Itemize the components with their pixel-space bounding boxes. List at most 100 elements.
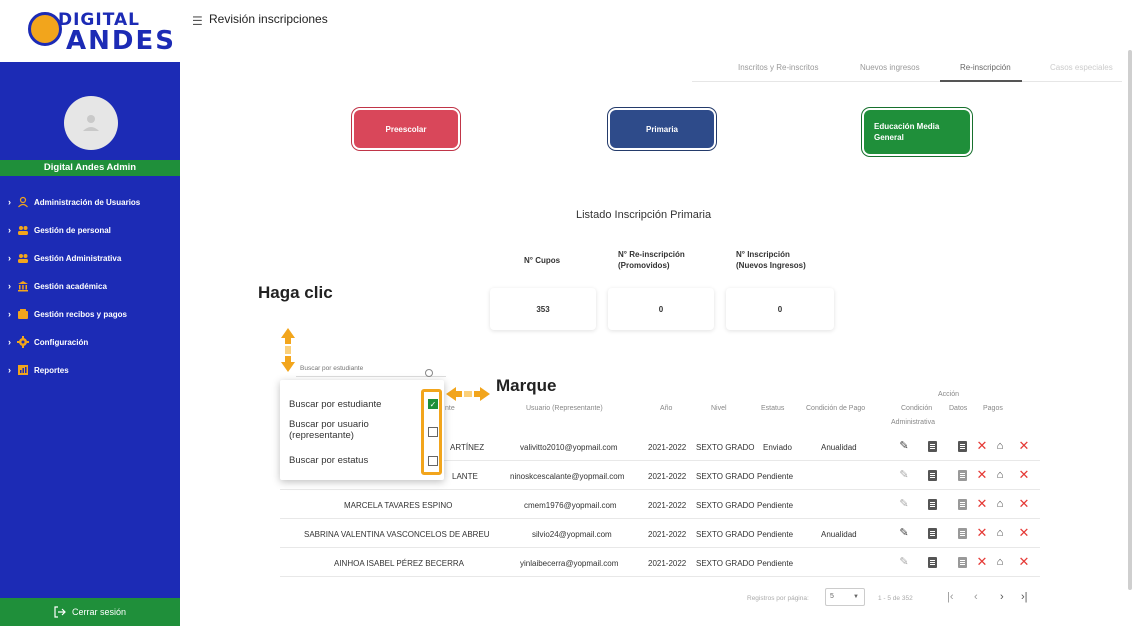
edit-icon[interactable]: ✎ [898, 469, 910, 481]
search-filter-dropdown: Buscar por estudiante Buscar por usuario… [280, 380, 444, 480]
document-icon[interactable] [928, 441, 937, 452]
first-page-icon[interactable]: |‹ [947, 591, 954, 603]
delete-icon[interactable]: ✕ [1018, 439, 1030, 452]
document-icon[interactable] [958, 557, 967, 568]
bank-icon [18, 281, 28, 292]
educacion-media-button[interactable]: Educación Media General [864, 110, 970, 154]
sidebar-item-label: Reportes [34, 365, 69, 375]
preescolar-label: Preescolar [385, 124, 427, 134]
tab-casos-especiales[interactable]: Casos especiales [1050, 63, 1113, 72]
cell-nivel: SEXTO GRADO [696, 472, 755, 481]
cupos-value: 353 [490, 288, 596, 330]
document-icon[interactable] [928, 557, 937, 568]
preescolar-button[interactable]: Preescolar [354, 110, 458, 148]
bank-icon[interactable]: ⌂ [994, 527, 1006, 539]
edit-icon[interactable]: ✎ [898, 440, 910, 452]
cell-estatus: Pendiente [757, 559, 794, 568]
delete-icon[interactable]: ✕ [1018, 555, 1030, 568]
cell-estatus: Pendiente [757, 472, 794, 481]
header-accion: Acción [938, 391, 960, 398]
prev-page-icon[interactable]: ‹ [974, 591, 978, 603]
updown-arrow-icon [281, 328, 295, 372]
sidebar-item-label: Gestión Administrativa [34, 253, 122, 263]
document-icon[interactable] [958, 499, 967, 510]
edit-icon[interactable]: ✎ [898, 527, 910, 539]
sidebar-item-configuracion[interactable]: › Configuración [0, 328, 180, 356]
bank-icon[interactable]: ⌂ [994, 498, 1006, 510]
logout-button[interactable]: Cerrar sesión [0, 598, 180, 626]
scrollbar[interactable] [1128, 50, 1132, 590]
sidebar-item-recibos[interactable]: › Gestión recibos y pagos [0, 300, 180, 328]
chevron-right-icon: › [8, 281, 11, 291]
document-icon[interactable] [958, 470, 967, 481]
logo[interactable]: DIGITAL ANDES [0, 0, 180, 62]
bank-icon[interactable]: ⌂ [994, 440, 1006, 452]
app-root: DIGITAL ANDES Digital Andes Admin › Admi… [0, 0, 1134, 626]
primaria-button[interactable]: Primaria [610, 110, 714, 148]
logo-text-bottom: ANDES [66, 26, 176, 56]
header-estatus: Estatus [761, 405, 785, 412]
tab-nuevos-ingresos[interactable]: Nuevos ingresos [860, 63, 920, 72]
delete-icon[interactable]: ✕ [1018, 497, 1030, 510]
cell-ano: 2021-2022 [648, 501, 687, 510]
table-row[interactable]: SABRINA VALENTINA VASCONCELOS DE ABREU s… [280, 520, 1040, 548]
tab-inscritos[interactable]: Inscritos y Re-inscritos [738, 63, 818, 72]
document-icon[interactable] [958, 528, 967, 539]
tab-reinscripcion[interactable]: Re-inscripción [960, 63, 1011, 72]
document-icon[interactable] [928, 528, 937, 539]
delete-icon[interactable]: ✕ [1018, 468, 1030, 481]
people-icon [18, 226, 28, 235]
option-buscar-estudiante[interactable]: Buscar por estudiante [289, 399, 381, 410]
cell-ano: 2021-2022 [648, 530, 687, 539]
delete-icon[interactable]: ✕ [976, 526, 988, 539]
sidebar-item-administrativa[interactable]: › Gestión Administrativa [0, 244, 180, 272]
bank-icon[interactable]: ⌂ [994, 469, 1006, 481]
sidebar-item-usuarios[interactable]: › Administración de Usuarios [0, 188, 180, 216]
per-page-select[interactable]: 5 ▼ [825, 588, 865, 606]
tab-bar: Inscritos y Re-inscritos Nuevos ingresos… [692, 58, 1122, 82]
bank-icon[interactable]: ⌂ [994, 556, 1006, 568]
logout-label: Cerrar sesión [71, 607, 127, 617]
sidebar-item-personal[interactable]: › Gestión de personal [0, 216, 180, 244]
next-page-icon[interactable]: › [1000, 591, 1004, 603]
delete-icon[interactable]: ✕ [976, 555, 988, 568]
last-page-icon[interactable]: ›| [1021, 591, 1028, 603]
sidebar-item-reportes[interactable]: › Reportes [0, 356, 180, 384]
sidebar-item-academica[interactable]: › Gestión académica [0, 272, 180, 300]
per-page-value: 5 [830, 593, 834, 600]
document-icon[interactable] [928, 470, 937, 481]
sidebar-item-label: Gestión de personal [34, 225, 111, 235]
delete-icon[interactable]: ✕ [976, 497, 988, 510]
option-buscar-estatus[interactable]: Buscar por estatus [289, 455, 368, 466]
edit-icon[interactable]: ✎ [898, 556, 910, 568]
menu-icon[interactable]: ☰ [192, 14, 203, 28]
table-row[interactable]: AINHOA ISABEL PÉREZ BECERRA yinlaibecerr… [280, 549, 1040, 577]
cell-estudiante: ARTÍNEZ [450, 443, 485, 452]
delete-icon[interactable]: ✕ [976, 468, 988, 481]
table-row[interactable]: MARCELA TAVARES ESPINO cmem1976@yopmail.… [280, 491, 1040, 519]
header-pagos: Pagos [983, 405, 1003, 412]
document-icon[interactable] [928, 499, 937, 510]
search-input[interactable] [300, 362, 442, 374]
option-buscar-usuario-label-2: (representante) [289, 430, 354, 441]
chevron-down-icon: ▼ [853, 594, 859, 600]
educacion-media-label: Educación Media [874, 122, 940, 131]
cell-nivel: SEXTO GRADO [696, 501, 755, 510]
cell-usuario: cmem1976@yopmail.com [524, 501, 617, 510]
option-buscar-usuario[interactable]: Buscar por usuario (representante) [289, 419, 369, 441]
reinscripcion-label-2: (Promovidos) [618, 261, 670, 270]
delete-icon[interactable]: ✕ [976, 439, 988, 452]
inscripcion-label-1: N° Inscripción [736, 250, 790, 259]
cell-nivel: SEXTO GRADO [696, 530, 755, 539]
chevron-right-icon: › [8, 309, 11, 319]
sidebar-item-label: Gestión académica [34, 281, 107, 291]
document-icon[interactable] [958, 441, 967, 452]
user-name: Digital Andes Admin [0, 160, 180, 176]
header-usuario: Usuario (Representante) [526, 405, 603, 412]
header-estudiante: nte [445, 405, 455, 412]
search-icon[interactable] [425, 369, 433, 377]
edit-icon[interactable]: ✎ [898, 498, 910, 510]
header-datos: Datos [949, 405, 968, 412]
delete-icon[interactable]: ✕ [1018, 526, 1030, 539]
header-ano: Año [660, 405, 673, 412]
